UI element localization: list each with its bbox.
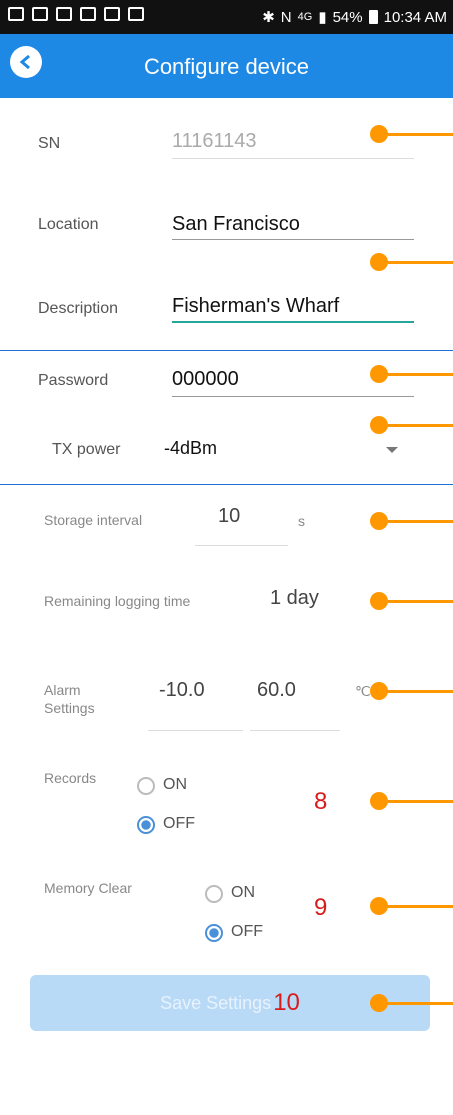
email-icon — [80, 7, 96, 21]
signal-icon: ▮ — [318, 9, 327, 26]
annotation-marker — [370, 682, 453, 700]
description-input[interactable]: Fisherman's Wharf — [172, 295, 339, 318]
records-off-radio[interactable] — [137, 816, 155, 834]
sn-underline — [172, 158, 414, 159]
storage-interval-unit: s — [298, 513, 305, 529]
annotation-marker — [370, 792, 453, 810]
annotation-marker — [370, 994, 453, 1012]
records-on-radio[interactable] — [137, 777, 155, 795]
records-off-label[interactable]: OFF — [163, 815, 195, 833]
notification-icons — [8, 7, 144, 21]
annotation-marker — [370, 253, 453, 271]
annotation-marker — [370, 416, 453, 434]
section-divider — [0, 484, 453, 485]
clipboard-icon — [104, 7, 120, 21]
alarm-label-1: Alarm — [44, 682, 81, 698]
chevron-down-icon[interactable] — [386, 447, 398, 453]
page-title: Configure device — [143, 54, 310, 79]
annotation-marker — [370, 125, 453, 143]
bluetooth-icon: ✱ — [262, 9, 275, 26]
memory-clear-label: Memory Clear — [44, 880, 132, 896]
storage-interval-label: Storage interval — [44, 512, 143, 528]
alarm-low-input[interactable]: -10.0 — [159, 679, 205, 702]
sn-label: SN — [38, 135, 61, 152]
email-icon — [56, 7, 72, 21]
annotation-marker — [370, 512, 453, 530]
alarm-label-2: Settings — [44, 700, 95, 716]
password-underline — [172, 396, 414, 397]
app-bar: Configure device — [0, 34, 453, 98]
image-icon — [128, 7, 144, 21]
records-label: Records — [44, 770, 97, 786]
annotation-number-8: 8 — [314, 788, 328, 815]
remaining-logging-value: 1 day — [270, 587, 319, 609]
description-underline — [172, 321, 414, 323]
alarm-high-underline — [250, 730, 340, 731]
nfc-icon: N — [280, 8, 292, 26]
annotation-number-9: 9 — [314, 894, 328, 921]
battery-icon — [368, 10, 378, 24]
tx-power-select[interactable]: -4dBm — [164, 438, 217, 459]
alarm-low-underline — [148, 730, 243, 731]
memory-clear-off-label[interactable]: OFF — [231, 923, 263, 941]
section-divider — [0, 350, 453, 351]
memory-clear-on-radio[interactable] — [205, 885, 223, 903]
alarm-unit: ℃ — [355, 683, 371, 699]
sn-value: 11161143 — [172, 130, 257, 152]
records-on-label[interactable]: ON — [163, 776, 187, 794]
description-label: Description — [38, 300, 119, 317]
remaining-logging-label: Remaining logging time — [44, 593, 191, 609]
save-settings-label: Save Settings — [160, 992, 272, 1013]
email-icon — [32, 7, 48, 21]
annotation-marker — [370, 365, 453, 383]
location-label: Location — [38, 216, 99, 233]
annotation-marker — [370, 592, 453, 610]
tx-power-label: TX power — [52, 441, 121, 458]
memory-clear-on-label[interactable]: ON — [231, 884, 255, 902]
battery-percent: 54% — [332, 8, 363, 26]
annotation-number-10: 10 — [273, 989, 300, 1016]
network-type: 4G — [297, 11, 313, 23]
alarm-high-input[interactable]: 60.0 — [257, 679, 296, 702]
memory-clear-off-radio[interactable] — [205, 924, 223, 942]
storage-interval-underline — [195, 545, 288, 546]
password-label: Password — [38, 372, 109, 389]
storage-interval-input[interactable]: 10 — [218, 505, 240, 528]
status-bar: ✱ N 4G ▮ 54% 10:34 AM — [0, 0, 453, 34]
annotation-marker — [370, 897, 453, 915]
status-right: ✱ N 4G ▮ 54% 10:34 AM — [262, 8, 447, 27]
location-input[interactable]: San Francisco — [172, 213, 300, 236]
location-underline — [172, 239, 414, 240]
clock: 10:34 AM — [383, 8, 447, 26]
password-input[interactable]: 000000 — [172, 368, 239, 391]
message-icon — [8, 7, 24, 21]
